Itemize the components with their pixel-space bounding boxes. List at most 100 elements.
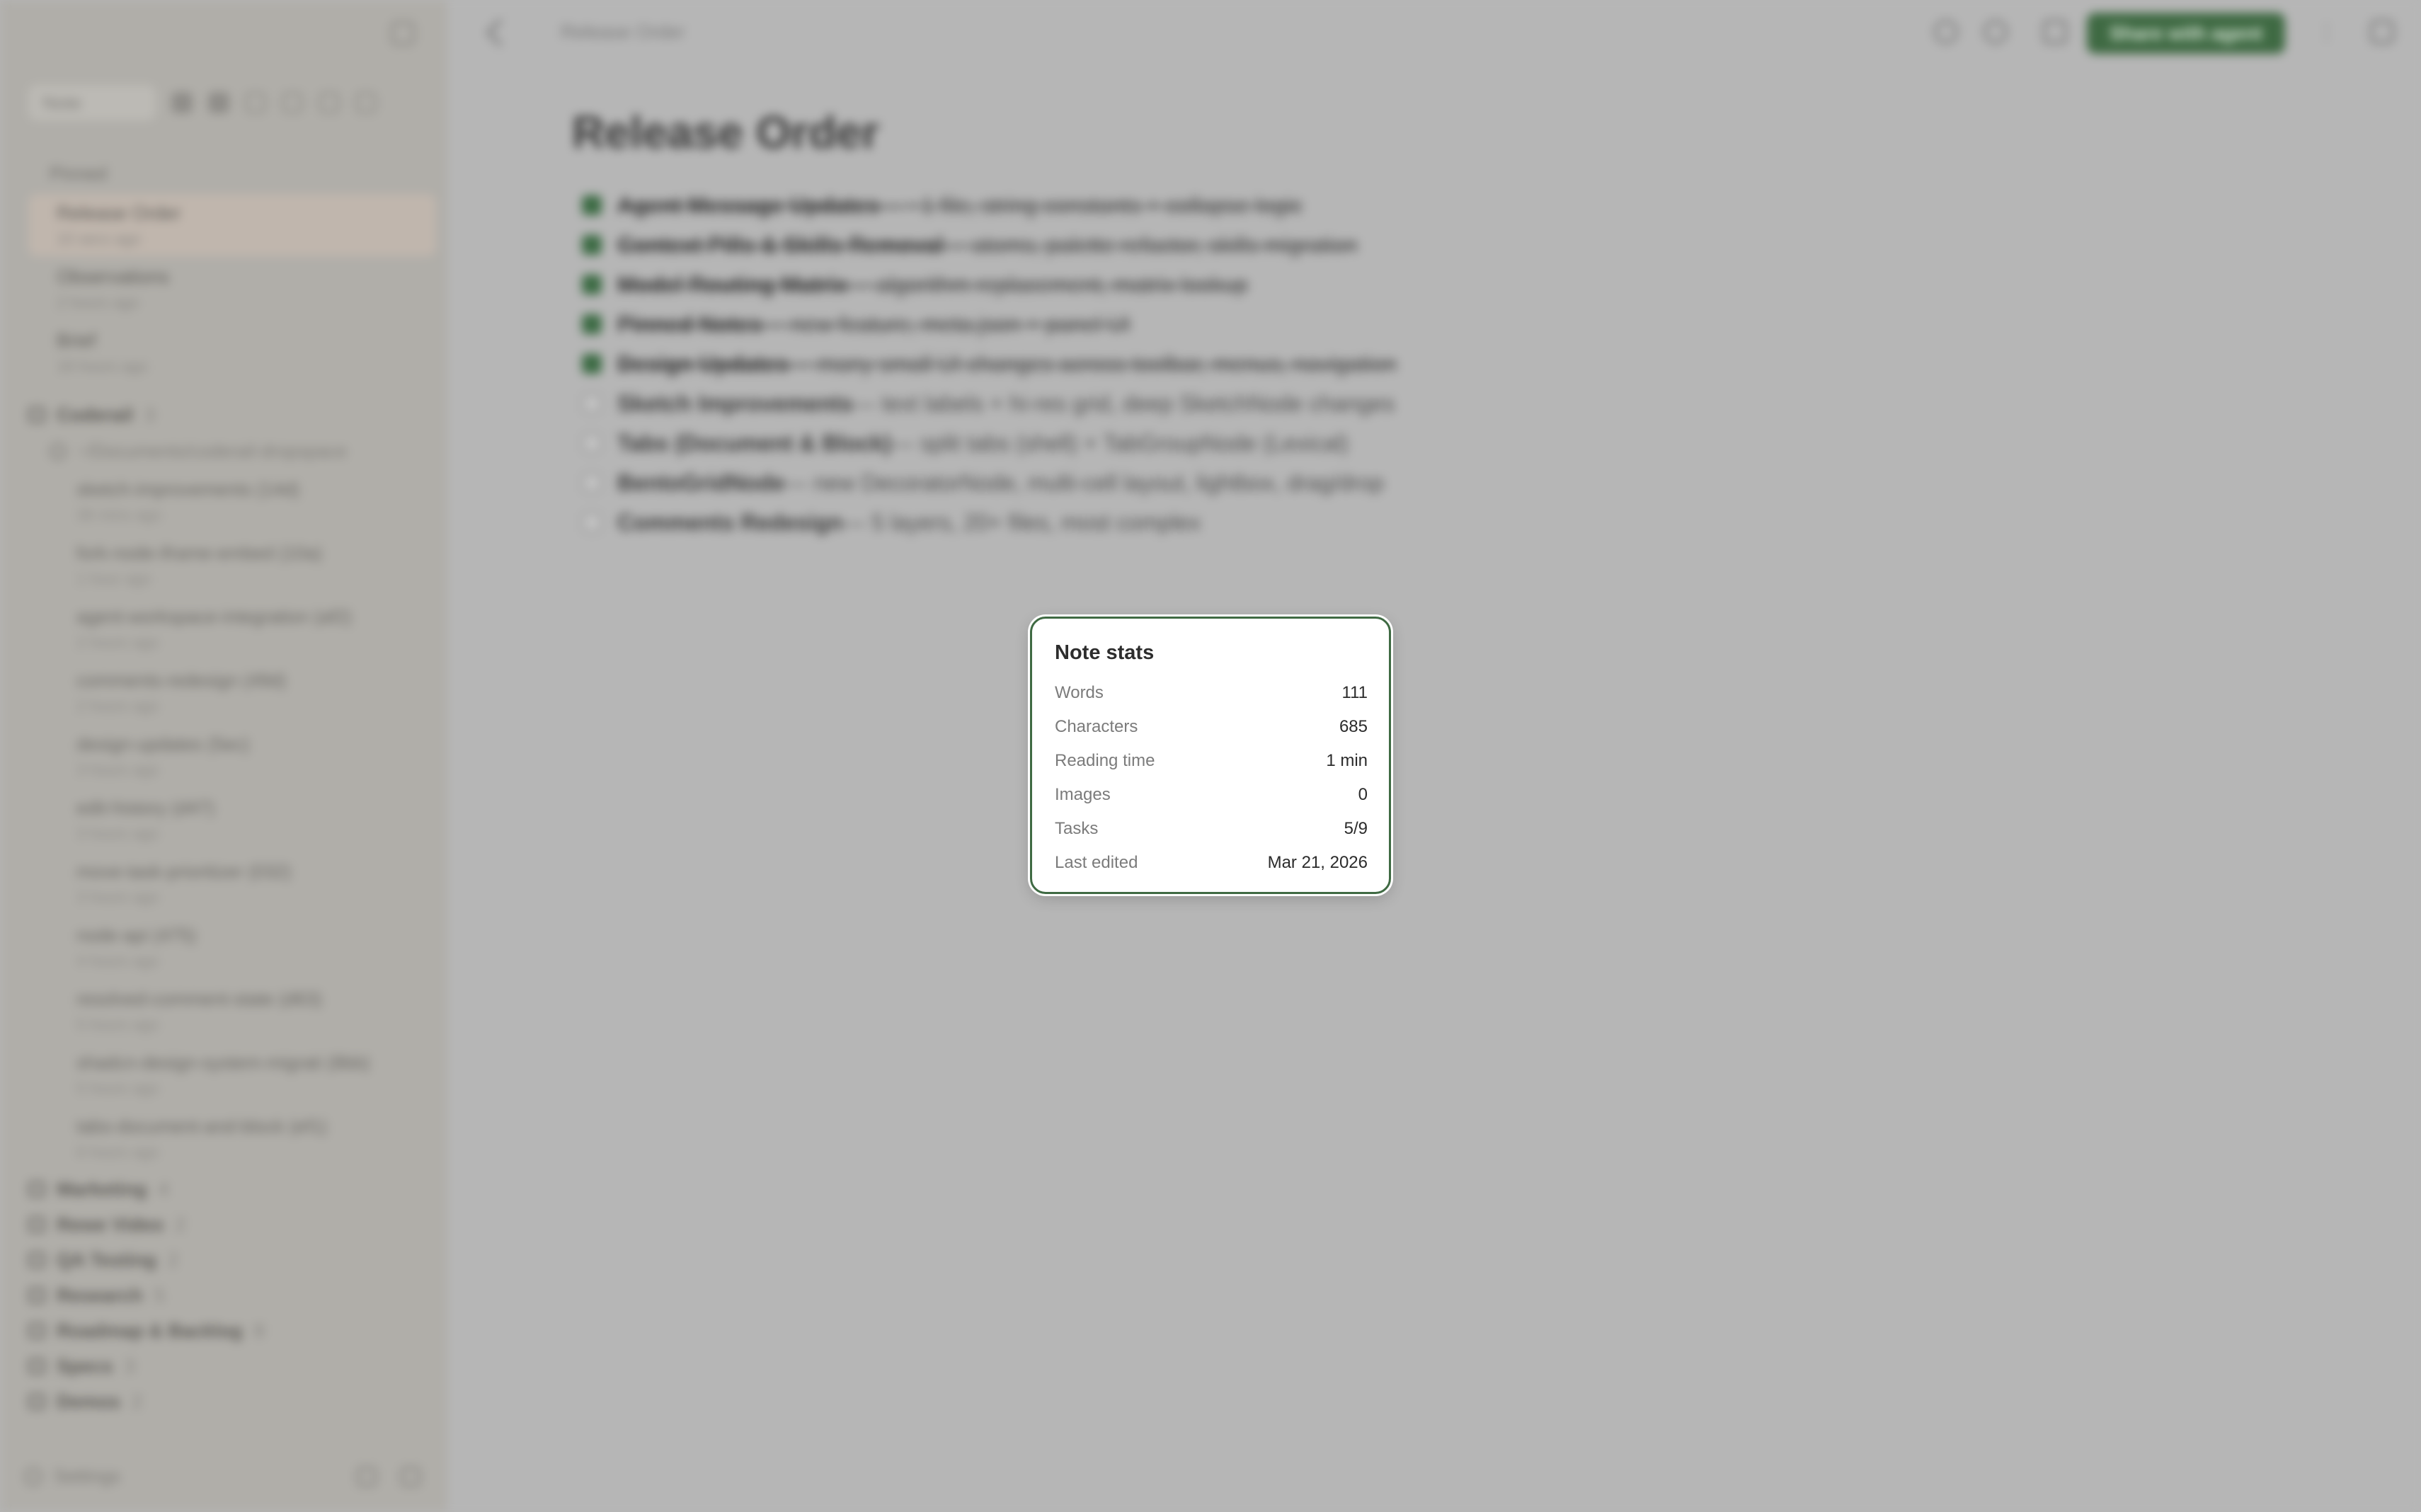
stat-value: 685 bbox=[1339, 717, 1368, 736]
tag-filter-icon[interactable] bbox=[208, 92, 229, 113]
link-icon[interactable] bbox=[2043, 20, 2067, 44]
panel-toggle-icon[interactable] bbox=[2370, 20, 2394, 44]
task-title: Sketch Improvements bbox=[617, 390, 853, 416]
item-time: 3 hours ago bbox=[76, 888, 159, 906]
list-item[interactable]: tabs-document-and-block (ef1) 6 hours ago bbox=[76, 1116, 430, 1162]
help-icon[interactable] bbox=[357, 1466, 377, 1487]
trash-icon[interactable] bbox=[401, 1466, 420, 1487]
checkbox-empty-icon[interactable] bbox=[582, 433, 602, 453]
history-icon[interactable] bbox=[1984, 20, 2008, 44]
list-item[interactable]: fork-node-iframe-embed (10a) 1 hour ago bbox=[76, 542, 430, 588]
item-title: agent-workspace-integration (af2) bbox=[76, 606, 352, 627]
pinned-note-item[interactable]: Brief 18 hours ago bbox=[28, 321, 436, 384]
folder-roadmap[interactable]: Roadmap & Backlog 8 bbox=[28, 1315, 265, 1346]
task-detail: — atoms, palette refactor, skills migrat… bbox=[943, 231, 1358, 258]
folder-coderail[interactable]: Coderail 3 bbox=[28, 399, 155, 430]
note-title: Observations bbox=[57, 266, 170, 287]
more-icon[interactable]: ⋮ bbox=[2316, 20, 2340, 44]
stat-row-images: Images 0 bbox=[1055, 778, 1368, 812]
folder-marketing[interactable]: Marketing 4 bbox=[28, 1174, 169, 1205]
item-time: 1 hour ago bbox=[76, 570, 151, 588]
folder-research[interactable]: Research 5 bbox=[28, 1280, 165, 1311]
share-with-agent-button[interactable]: Share with agent bbox=[2087, 13, 2285, 54]
item-time: 2 hours ago bbox=[76, 697, 159, 715]
settings-link[interactable]: Settings bbox=[54, 1465, 333, 1487]
checkbox-checked-icon[interactable] bbox=[582, 354, 602, 374]
gear-icon[interactable] bbox=[24, 1467, 42, 1486]
folder-count: 2 bbox=[168, 1249, 179, 1271]
list-item[interactable]: move-task-prioritizer (032) 3 hours ago bbox=[76, 861, 430, 907]
task-item[interactable]: Comments Redesign — 5 layers, 20+ files,… bbox=[582, 503, 1397, 542]
task-item[interactable]: Context Pills & Skills Removal — atoms, … bbox=[582, 225, 1397, 265]
checkbox-empty-icon[interactable] bbox=[582, 512, 602, 532]
list-item[interactable]: agent-workspace-integration (af2) 2 hours… bbox=[76, 606, 430, 652]
task-item[interactable]: BentoGridNode — new DecoratorNode, multi… bbox=[582, 463, 1397, 503]
folder-icon bbox=[28, 1358, 45, 1374]
breadcrumb[interactable]: Release Order bbox=[561, 21, 685, 43]
search-icon[interactable] bbox=[1934, 20, 1958, 44]
item-time: 2 hours ago bbox=[76, 634, 159, 651]
item-title: sketch-improvements (14d) bbox=[76, 479, 299, 500]
task-item[interactable]: Pinned Notes — new feature, meta.json + … bbox=[582, 304, 1397, 344]
document-title[interactable]: Release Order bbox=[572, 106, 879, 159]
list-item[interactable]: node-api (475) 4 hours ago bbox=[76, 924, 430, 970]
stat-label: Last edited bbox=[1055, 853, 1138, 872]
checkbox-checked-icon[interactable] bbox=[582, 314, 602, 334]
item-title: design-updates (5ec) bbox=[76, 733, 250, 755]
list-item[interactable]: shadcn-design-system-migrati (8bb) 5 hour… bbox=[76, 1052, 430, 1098]
folder-count: 4 bbox=[158, 1178, 169, 1200]
task-title: Design Updates bbox=[617, 350, 789, 377]
dialog-title: Note stats bbox=[1055, 641, 1155, 664]
task-item[interactable]: Agent Message Updates — ~1 file, string … bbox=[582, 185, 1397, 225]
stat-label: Tasks bbox=[1055, 819, 1099, 838]
item-title: move-task-prioritizer (032) bbox=[76, 861, 292, 882]
folder-rewe-video[interactable]: Rewe Video 2 bbox=[28, 1209, 185, 1240]
sidebar-toggle-icon[interactable] bbox=[391, 21, 415, 45]
folder-count: 3 bbox=[144, 403, 156, 425]
checkbox-checked-icon[interactable] bbox=[582, 275, 602, 294]
task-detail: — new feature, meta.json + panel UI bbox=[762, 311, 1131, 337]
new-note-icon[interactable] bbox=[355, 92, 377, 113]
list-item[interactable]: resolved-comment-state (d63) 5 hours ago bbox=[76, 988, 430, 1034]
task-detail: — text labels + hi-res grid, deep Sketch… bbox=[852, 390, 1395, 416]
task-title: Tabs (Document & Block) bbox=[617, 430, 891, 456]
sidebar: Note Pinned Release Order 10 secs ago Ob… bbox=[0, 0, 447, 1512]
task-item[interactable]: Sketch Improvements — text labels + hi-r… bbox=[582, 384, 1397, 423]
grid-icon[interactable] bbox=[245, 92, 266, 113]
folder-specs[interactable]: Specs 3 bbox=[28, 1351, 135, 1382]
item-title: edit-history (d47) bbox=[76, 797, 215, 818]
task-title: Agent Message Updates bbox=[617, 192, 879, 218]
stat-value: Mar 21, 2026 bbox=[1267, 853, 1368, 872]
list-item[interactable]: design-updates (5ec) 3 hours ago bbox=[76, 733, 430, 779]
checkbox-empty-icon[interactable] bbox=[582, 473, 602, 493]
task-item[interactable]: Design Updates — many small UI changes a… bbox=[582, 344, 1397, 384]
calendar-icon[interactable] bbox=[282, 92, 303, 113]
stat-value: 5/9 bbox=[1344, 819, 1368, 838]
task-item[interactable]: Model Routing Matrix — algorithm replace… bbox=[582, 265, 1397, 304]
folder-demos[interactable]: Demos 2 bbox=[28, 1386, 142, 1417]
list-item[interactable]: edit-history (d47) 3 hours ago bbox=[76, 797, 430, 843]
note-time: 18 hours ago bbox=[57, 357, 148, 375]
back-icon[interactable] bbox=[486, 18, 514, 47]
bold-filter-icon[interactable] bbox=[171, 92, 193, 113]
list-item[interactable]: sketch-improvements (14d) 38 mins ago bbox=[76, 479, 430, 525]
pinned-note-item[interactable]: Observations 2 hours ago bbox=[28, 258, 436, 320]
item-time: 4 hours ago bbox=[76, 952, 159, 970]
task-title: Pinned Notes bbox=[617, 311, 762, 337]
list-item[interactable]: comments-redesign (49d) 2 hours ago bbox=[76, 670, 430, 716]
search-input[interactable]: Note bbox=[28, 85, 156, 120]
stat-row-tasks: Tasks 5/9 bbox=[1055, 812, 1368, 846]
task-item[interactable]: Tabs (Document & Block) — split tabs (sh… bbox=[582, 423, 1397, 463]
folder-qa-testing[interactable]: QA Testing 2 bbox=[28, 1244, 178, 1276]
pinned-note-item[interactable]: Release Order 10 secs ago bbox=[28, 194, 436, 256]
pinned-section-label: Pinned bbox=[50, 163, 107, 184]
task-list: Agent Message Updates — ~1 file, string … bbox=[582, 185, 1397, 542]
note-time: 10 secs ago bbox=[57, 230, 141, 248]
folder-name: Demos bbox=[57, 1390, 121, 1412]
checkbox-checked-icon[interactable] bbox=[582, 195, 602, 215]
folder-name: Marketing bbox=[57, 1178, 147, 1200]
checkbox-checked-icon[interactable] bbox=[582, 235, 602, 255]
checkbox-empty-icon[interactable] bbox=[582, 394, 602, 413]
sort-icon[interactable] bbox=[319, 92, 340, 113]
folder-icon bbox=[28, 1181, 45, 1197]
